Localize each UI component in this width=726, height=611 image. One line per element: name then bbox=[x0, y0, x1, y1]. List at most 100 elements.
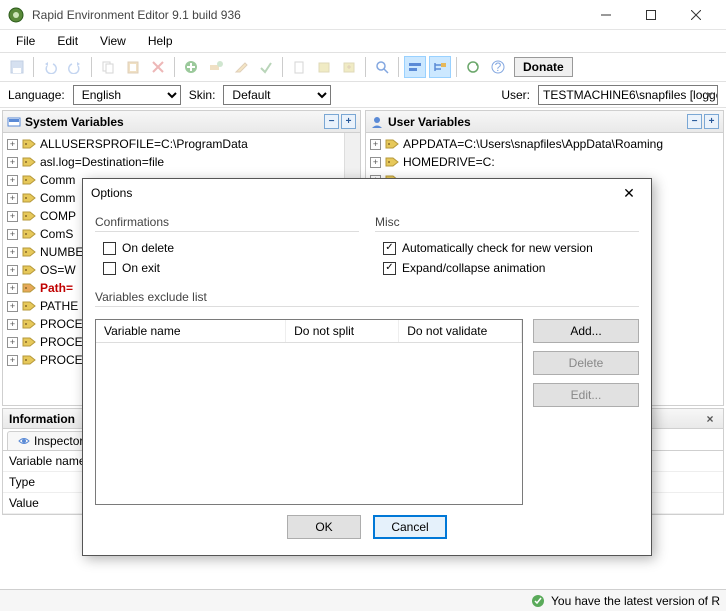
panel-expand-icon[interactable]: + bbox=[704, 114, 719, 129]
anim-checkbox[interactable]: ✓Expand/collapse animation bbox=[375, 258, 639, 278]
expand-icon[interactable]: + bbox=[7, 157, 18, 168]
options-dialog: Options ✕ Confirmations On delete On exi… bbox=[82, 178, 652, 556]
help-icon[interactable]: ? bbox=[487, 56, 509, 78]
expand-icon[interactable]: + bbox=[370, 139, 381, 150]
cleanup-icon[interactable] bbox=[288, 56, 310, 78]
col-variable-name[interactable]: Variable name bbox=[96, 320, 286, 342]
check-icon[interactable] bbox=[255, 56, 277, 78]
tag-icon bbox=[22, 246, 36, 258]
backup-icon[interactable] bbox=[313, 56, 335, 78]
misc-label: Misc bbox=[375, 213, 639, 232]
delete-button[interactable]: Delete bbox=[533, 351, 639, 375]
ok-button[interactable]: OK bbox=[287, 515, 361, 539]
tag-icon bbox=[22, 192, 36, 204]
on-delete-label: On delete bbox=[122, 241, 174, 255]
exclude-label: Variables exclude list bbox=[95, 288, 639, 307]
window-title: Rapid Environment Editor 9.1 build 936 bbox=[32, 8, 583, 22]
variable-text: NUMBE bbox=[40, 245, 83, 259]
undo-icon[interactable] bbox=[39, 56, 61, 78]
delete-icon[interactable] bbox=[147, 56, 169, 78]
language-select[interactable]: English bbox=[73, 85, 181, 105]
variable-text: asl.log=Destination=file bbox=[40, 155, 164, 169]
system-panel-title: System Variables bbox=[25, 115, 124, 129]
edit-icon[interactable] bbox=[230, 56, 252, 78]
col-do-not-validate[interactable]: Do not validate bbox=[399, 320, 522, 342]
expand-icon[interactable]: + bbox=[370, 157, 381, 168]
dialog-close-button[interactable]: ✕ bbox=[615, 182, 643, 204]
variable-text: PROCE bbox=[40, 317, 83, 331]
menu-help[interactable]: Help bbox=[138, 32, 183, 50]
expand-icon[interactable]: + bbox=[7, 211, 18, 222]
anim-label: Expand/collapse animation bbox=[402, 261, 545, 275]
minimize-button[interactable] bbox=[583, 1, 628, 29]
variable-text: PROCE bbox=[40, 335, 83, 349]
language-label: Language: bbox=[8, 88, 65, 102]
add-variable-icon[interactable] bbox=[180, 56, 202, 78]
tree-row[interactable]: + asl.log=Destination=file bbox=[3, 153, 344, 171]
copy-icon[interactable] bbox=[97, 56, 119, 78]
user-panel-header: User Variables − + bbox=[366, 111, 723, 133]
variable-text: PATHE bbox=[40, 299, 78, 313]
edit-button[interactable]: Edit... bbox=[533, 383, 639, 407]
menu-view[interactable]: View bbox=[90, 32, 136, 50]
misc-group: Misc ✓Automatically check for new versio… bbox=[375, 213, 639, 278]
expand-icon[interactable]: + bbox=[7, 193, 18, 204]
expand-icon[interactable]: + bbox=[7, 283, 18, 294]
menu-edit[interactable]: Edit bbox=[47, 32, 88, 50]
expand-icon[interactable]: + bbox=[7, 175, 18, 186]
values-tree-icon[interactable] bbox=[429, 56, 451, 78]
restore-icon[interactable] bbox=[338, 56, 360, 78]
cancel-button[interactable]: Cancel bbox=[373, 515, 447, 539]
maximize-button[interactable] bbox=[628, 1, 673, 29]
dialog-titlebar: Options ✕ bbox=[83, 179, 651, 207]
expand-icon[interactable]: + bbox=[7, 355, 18, 366]
tag-icon bbox=[22, 228, 36, 240]
paste-icon[interactable] bbox=[122, 56, 144, 78]
variable-text: APPDATA=C:\Users\snapfiles\AppData\Roami… bbox=[403, 137, 663, 151]
expand-icon[interactable]: + bbox=[7, 337, 18, 348]
expand-icon[interactable]: + bbox=[7, 319, 18, 330]
on-exit-label: On exit bbox=[122, 261, 160, 275]
on-exit-checkbox[interactable]: On exit bbox=[95, 258, 359, 278]
panel-collapse-icon[interactable]: − bbox=[324, 114, 339, 129]
col-do-not-split[interactable]: Do not split bbox=[286, 320, 399, 342]
donate-button[interactable]: Donate bbox=[514, 57, 573, 77]
variable-text: Comm bbox=[40, 173, 75, 187]
tree-row[interactable]: +HOMEDRIVE=C: bbox=[366, 153, 723, 171]
panel-collapse-icon[interactable]: − bbox=[687, 114, 702, 129]
exclude-listview[interactable]: Variable name Do not split Do not valida… bbox=[95, 319, 523, 505]
auto-check-checkbox[interactable]: ✓Automatically check for new version bbox=[375, 238, 639, 258]
variable-text: PROCE bbox=[40, 353, 83, 367]
add-value-icon[interactable] bbox=[205, 56, 227, 78]
confirmations-label: Confirmations bbox=[95, 213, 359, 232]
tag-icon bbox=[22, 210, 36, 222]
find-icon[interactable] bbox=[371, 56, 393, 78]
status-text: You have the latest version of R bbox=[551, 594, 720, 608]
expand-icon[interactable]: + bbox=[7, 139, 18, 150]
user-select[interactable]: TESTMACHINE6\snapfiles [logge bbox=[538, 85, 718, 105]
menu-file[interactable]: File bbox=[6, 32, 45, 50]
refresh-icon[interactable] bbox=[462, 56, 484, 78]
variable-text: ALLUSERSPROFILE=C:\ProgramData bbox=[40, 137, 248, 151]
add-button[interactable]: Add... bbox=[533, 319, 639, 343]
redo-icon[interactable] bbox=[64, 56, 86, 78]
expand-icon[interactable]: + bbox=[7, 229, 18, 240]
long-strings-icon[interactable] bbox=[404, 56, 426, 78]
variable-text: OS=W bbox=[40, 263, 76, 277]
tree-row[interactable]: + APPDATA=C:\Users\snapfiles\AppData\Roam… bbox=[366, 135, 723, 153]
expand-icon[interactable]: + bbox=[7, 247, 18, 258]
on-delete-checkbox[interactable]: On delete bbox=[95, 238, 359, 258]
expand-icon[interactable]: + bbox=[7, 265, 18, 276]
system-panel-icon bbox=[7, 115, 21, 129]
selector-row: Language: English Skin: Default User: TE… bbox=[0, 82, 726, 108]
confirmations-group: Confirmations On delete On exit bbox=[95, 213, 359, 278]
expand-icon[interactable]: + bbox=[7, 301, 18, 312]
tree-row[interactable]: + ALLUSERSPROFILE=C:\ProgramData bbox=[3, 135, 344, 153]
info-close-icon[interactable]: × bbox=[703, 412, 717, 426]
panel-expand-icon[interactable]: + bbox=[341, 114, 356, 129]
close-button[interactable] bbox=[673, 1, 718, 29]
status-ok-icon bbox=[531, 594, 545, 608]
variable-text: COMP bbox=[40, 209, 76, 223]
save-icon[interactable] bbox=[6, 56, 28, 78]
skin-select[interactable]: Default bbox=[223, 85, 331, 105]
